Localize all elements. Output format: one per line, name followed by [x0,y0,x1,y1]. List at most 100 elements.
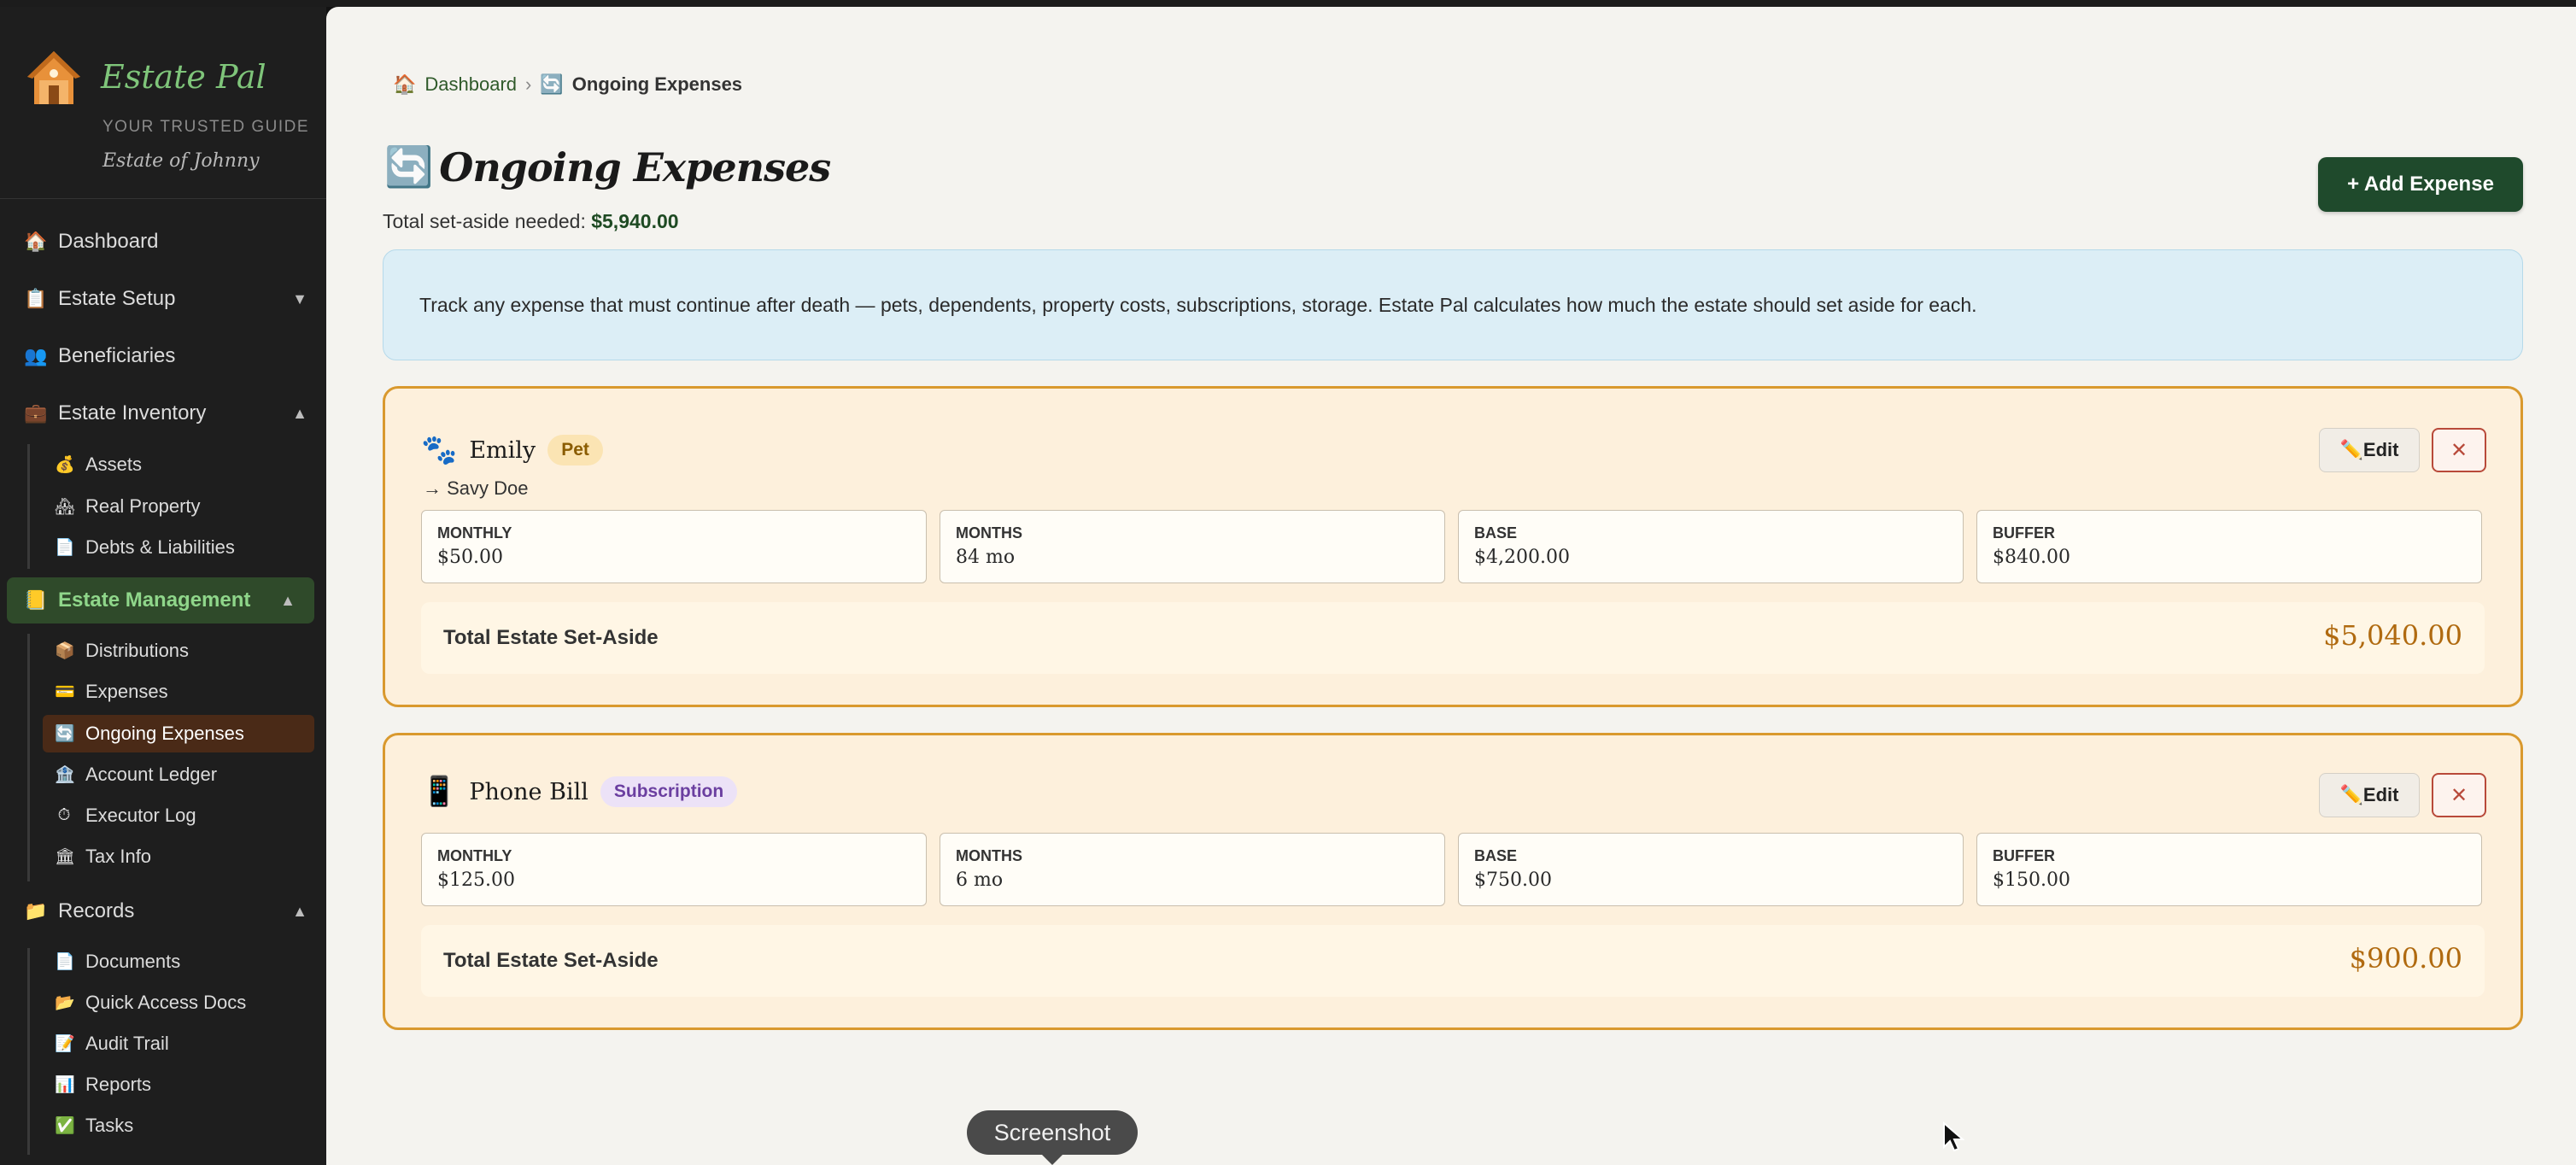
sidebar-item-distributions[interactable]: 📦 Distributions [43,632,314,670]
chevron-up-icon: ▲ [292,404,307,422]
stat-label: MONTHS [956,847,1022,864]
sidebar-item-label: Estate Management [58,588,251,612]
breadcrumb-dashboard-link[interactable]: Dashboard [424,73,517,96]
home-icon: 🏠 [393,73,417,95]
sidebar-item-reports[interactable]: 📊 Reports [43,1066,314,1104]
sidebar-item-estate-inventory[interactable]: 💼 Estate Inventory ▲ [0,390,326,436]
stat-buffer: BUFFER $150.00 [1976,833,2482,906]
money-bag-icon: 💰 [55,456,75,474]
sidebar-item-label: Assets [85,454,143,475]
credit-card-icon: 💳 [55,683,75,701]
total-label: Total Estate Set-Aside [443,626,659,649]
sidebar-item-documents[interactable]: 📄 Documents [43,943,314,981]
sidebar-item-debts-liabilities[interactable]: 📄 Debts & Liabilities [43,529,314,566]
sidebar-item-label: Estate Setup [58,287,176,310]
sidebar-item-tax-info[interactable]: 🏛 Tax Info [43,838,314,875]
refresh-icon: 🔄 [540,73,564,95]
clipboard-icon: 📋 [24,288,48,309]
sidebar-item-label: Audit Trail [85,1033,169,1054]
stat-buffer: BUFFER $840.00 [1976,510,2482,583]
sidebar-item-real-property[interactable]: 🏘 Real Property [43,488,314,525]
sidebar-item-label: Expenses [85,681,168,702]
houses-icon: 🏘 [55,498,76,516]
page-title-text: Ongoing Expenses [439,143,831,190]
sidebar-item-tasks[interactable]: ✅ Tasks [43,1107,314,1145]
total-value: $900.00 [2349,942,2462,975]
sidebar-item-label: Quick Access Docs [85,992,247,1013]
sidebar: Estate Pal YOUR TRUSTED GUIDE Estate of … [0,7,326,1165]
stat-value: $50.00 [437,547,503,568]
total-set-aside-value: $5,940.00 [591,210,679,232]
category-badge: Subscription [600,776,738,807]
sidebar-item-executor-log[interactable]: ⏱ Executor Log [43,797,314,834]
sidebar-item-label: Estate Inventory [58,401,207,424]
stat-value: $4,200.00 [1474,547,1570,568]
chevron-up-icon: ▲ [280,591,296,609]
expense-header: 📱 Phone Bill Subscription [421,775,738,809]
stat-label: BASE [1474,524,1518,542]
stat-base: BASE $750.00 [1458,833,1964,906]
home-icon: 🏠 [24,231,48,252]
stat-months: MONTHS 6 mo [940,833,1445,906]
estate-name: Estate of Johnny [102,150,260,172]
stat-value: $750.00 [1474,869,1552,891]
sidebar-item-quick-access-docs[interactable]: 📂 Quick Access Docs [43,984,314,1022]
close-icon: ✕ [2450,438,2468,462]
close-icon: ✕ [2450,783,2468,807]
sidebar-item-estate-management[interactable]: 📒 Estate Management ▲ [7,577,314,623]
house-logo-icon [27,51,80,104]
expense-card: 🐾 Emily Pet → Savy Doe ✏️Edit ✕ MONTHLY … [383,386,2523,707]
breadcrumb-current: Ongoing Expenses [571,73,743,95]
sidebar-item-ongoing-expenses[interactable]: 🔄 Ongoing Expenses [43,715,314,752]
mouse-cursor-icon [1943,1121,1964,1152]
open-folder-icon: 📂 [55,994,75,1012]
stat-label: MONTHS [956,524,1022,542]
stat-value: $840.00 [1993,547,2070,568]
sidebar-item-expenses[interactable]: 💳 Expenses [43,673,314,711]
sidebar-item-label: Beneficiaries [58,344,176,367]
delete-button[interactable]: ✕ [2432,773,2486,817]
sidebar-item-assets[interactable]: 💰 Assets [43,446,314,483]
document-icon: 📄 [55,953,75,971]
refresh-icon: 🔄 [384,143,433,190]
sidebar-item-audit-trail[interactable]: 📝 Audit Trail [43,1025,314,1063]
add-expense-button[interactable]: + Add Expense [2318,157,2523,212]
sidebar-item-label: Account Ledger [85,764,218,785]
total-set-aside-row: Total Estate Set-Aside $900.00 [421,925,2485,997]
stat-label: MONTHLY [437,847,512,864]
brand-title: Estate Pal [101,58,266,96]
sidebar-item-beneficiaries[interactable]: 👥 Beneficiaries [0,333,326,379]
stat-label: MONTHLY [437,524,512,542]
delete-button[interactable]: ✕ [2432,428,2486,472]
sidebar-item-estate-setup[interactable]: 📋 Estate Setup ▼ [0,276,326,322]
stopwatch-icon: ⏱ [57,806,71,824]
chevron-down-icon: ▼ [292,290,307,307]
stat-label: BUFFER [1993,524,2055,542]
stat-value: $125.00 [437,869,515,891]
expense-card: 📱 Phone Bill Subscription ✏️Edit ✕ MONTH… [383,733,2523,1030]
paw-icon: 🐾 [421,433,458,467]
category-badge: Pet [547,435,603,465]
total-set-aside-label: Total set-aside needed: [383,210,586,232]
brand-tagline: YOUR TRUSTED GUIDE [102,118,310,136]
main-content: 🏠 Dashboard › 🔄 Ongoing Expenses 🔄 Ongoi… [326,7,2576,1165]
sidebar-item-label: Tasks [85,1115,134,1136]
stat-label: BASE [1474,847,1518,864]
total-value: $5,040.00 [2323,619,2462,652]
edit-button[interactable]: ✏️Edit [2319,428,2420,472]
total-label: Total Estate Set-Aside [443,949,659,972]
sidebar-item-label: Real Property [85,495,201,517]
total-set-aside: Total set-aside needed: $5,940.00 [383,210,679,233]
sidebar-item-account-ledger[interactable]: 🏦 Account Ledger [43,756,314,793]
info-banner: Track any expense that must continue aft… [383,249,2523,360]
stat-base: BASE $4,200.00 [1458,510,1964,583]
sidebar-divider [0,198,326,199]
edit-button[interactable]: ✏️Edit [2319,773,2420,817]
sidebar-item-dashboard[interactable]: 🏠 Dashboard [0,219,326,265]
sidebar-item-records[interactable]: 📁 Records ▲ [0,888,326,934]
sidebar-item-label: Reports [85,1074,152,1095]
ledger-icon: 📒 [24,589,48,611]
sidebar-item-label: Executor Log [85,805,196,826]
folder-icon: 📁 [24,900,48,922]
expense-name: Phone Bill [469,778,588,805]
